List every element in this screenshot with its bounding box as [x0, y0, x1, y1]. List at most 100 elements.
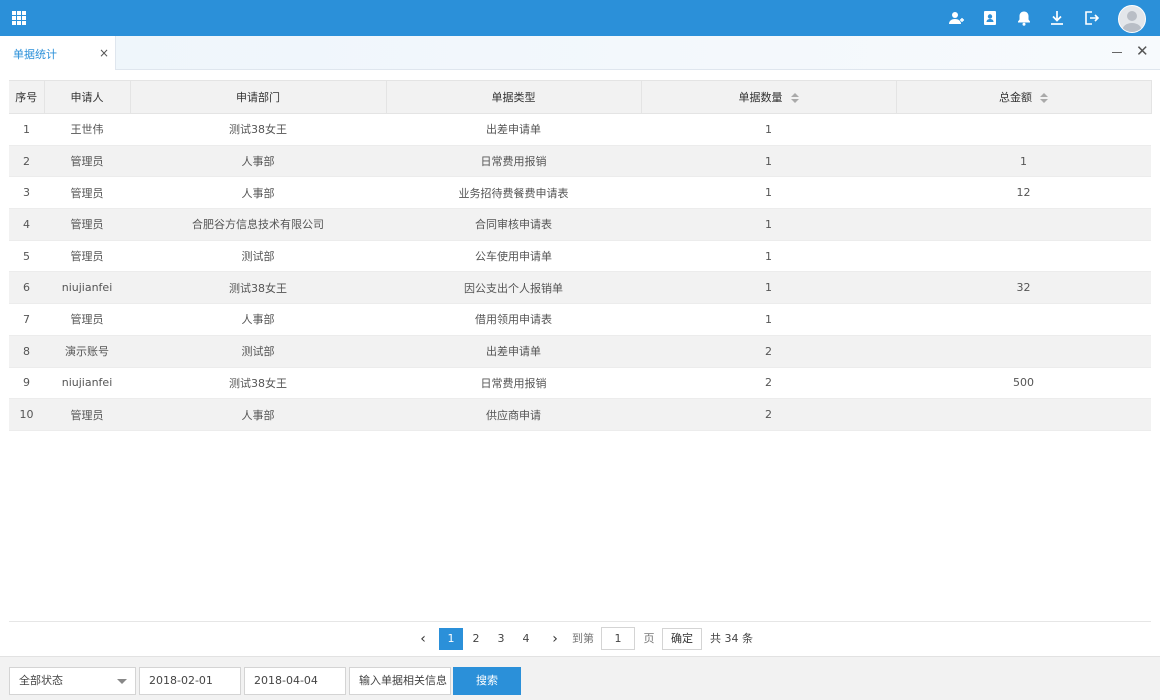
- cell-department: 合肥谷方信息技术有限公司: [130, 208, 386, 241]
- search-button[interactable]: 搜索: [453, 667, 521, 695]
- download-icon[interactable]: [1048, 9, 1066, 27]
- cell-applicant: 管理员: [44, 240, 130, 273]
- page-button-3[interactable]: 3: [489, 628, 513, 650]
- confirm-page-button[interactable]: 确定: [662, 628, 702, 650]
- cell-document-type: 出差申请单: [386, 113, 641, 146]
- cell-total-amount: [896, 240, 1151, 273]
- top-bar: [0, 0, 1160, 36]
- cell-department: 人事部: [130, 145, 386, 178]
- total-count: 共 34 条: [710, 632, 753, 645]
- cell-total-amount: [896, 113, 1151, 146]
- page-unit-label: 页: [643, 632, 655, 645]
- cell-total-amount: [896, 335, 1151, 368]
- cell-index: 8: [9, 335, 44, 368]
- cell-document-count: 1: [641, 240, 896, 273]
- cell-document-count: 2: [641, 335, 896, 368]
- cell-department: 人事部: [130, 398, 386, 431]
- cell-document-type: 出差申请单: [386, 335, 641, 368]
- cell-document-type: 日常费用报销: [386, 145, 641, 178]
- sort-icon[interactable]: [790, 93, 799, 103]
- tab-close-icon[interactable]: ×: [99, 46, 109, 60]
- cell-department: 测试38女王: [130, 113, 386, 146]
- sort-icon[interactable]: [1040, 93, 1048, 103]
- table-row[interactable]: 6 niujianfei 测试38女王 因公支出个人报销单 1 32: [9, 271, 1151, 305]
- bell-icon[interactable]: [1015, 9, 1033, 27]
- next-page-icon[interactable]: ›: [547, 628, 563, 650]
- header-document-count-label: 单据数量: [738, 91, 783, 104]
- cell-index: 5: [9, 240, 44, 273]
- status-select-value: 全部状态: [19, 674, 63, 687]
- cell-department: 测试38女王: [130, 271, 386, 305]
- cell-document-count: 1: [641, 176, 896, 210]
- close-window-icon[interactable]: ✕: [1136, 43, 1149, 59]
- table-row[interactable]: 10 管理员 人事部 供应商申请 2: [9, 398, 1151, 431]
- header-total-amount[interactable]: 总金额: [896, 80, 1152, 114]
- table-row[interactable]: 9 niujianfei 测试38女王 日常费用报销 2 500: [9, 367, 1151, 400]
- table-row[interactable]: 4 管理员 合肥谷方信息技术有限公司 合同审核申请表 1: [9, 208, 1151, 241]
- cell-document-type: 公车使用申请单: [386, 240, 641, 273]
- tab-label: 单据统计: [13, 48, 57, 61]
- apps-grid-icon[interactable]: [12, 11, 26, 25]
- cell-total-amount: [896, 398, 1151, 431]
- page-button-2[interactable]: 2: [464, 628, 488, 650]
- cell-total-amount: 500: [896, 367, 1151, 400]
- cell-document-type: 业务招待费餐费申请表: [386, 176, 641, 210]
- cell-index: 4: [9, 208, 44, 241]
- tab-document-statistics[interactable]: 单据统计 ×: [0, 36, 116, 70]
- user-add-icon[interactable]: [947, 9, 965, 27]
- cell-document-type: 合同审核申请表: [386, 208, 641, 241]
- header-document-count[interactable]: 单据数量: [641, 80, 897, 114]
- keyword-input[interactable]: 输入单据相关信息: [349, 667, 451, 695]
- contact-card-icon[interactable]: [981, 9, 999, 27]
- page-button-1[interactable]: 1: [439, 628, 463, 650]
- cell-department: 测试部: [130, 335, 386, 368]
- cell-document-type: 因公支出个人报销单: [386, 271, 641, 305]
- cell-applicant: 管理员: [44, 303, 130, 336]
- minimize-icon[interactable]: [1112, 44, 1124, 60]
- filter-bar: 全部状态 2018-02-01 2018-04-04 输入单据相关信息 搜索: [0, 656, 1160, 700]
- cell-document-count: 2: [641, 367, 896, 400]
- header-index: 序号: [9, 80, 45, 114]
- cell-index: 1: [9, 113, 44, 146]
- cell-document-count: 1: [641, 145, 896, 178]
- table-row[interactable]: 2 管理员 人事部 日常费用报销 1 1: [9, 145, 1151, 178]
- goto-page-input[interactable]: 1: [601, 627, 635, 650]
- table-row[interactable]: 3 管理员 人事部 业务招待费餐费申请表 1 12: [9, 176, 1151, 210]
- prev-page-icon[interactable]: ‹: [415, 628, 431, 650]
- cell-applicant: niujianfei: [44, 271, 130, 305]
- cell-total-amount: [896, 208, 1151, 241]
- status-select[interactable]: 全部状态: [9, 667, 136, 695]
- cell-document-type: 日常费用报销: [386, 367, 641, 400]
- cell-index: 3: [9, 176, 44, 210]
- cell-document-count: 1: [641, 271, 896, 305]
- table-row[interactable]: 7 管理员 人事部 借用领用申请表 1: [9, 303, 1151, 336]
- cell-document-count: 1: [641, 113, 896, 146]
- cell-applicant: 管理员: [44, 176, 130, 210]
- cell-department: 测试部: [130, 240, 386, 273]
- statistics-table: 序号 申请人 申请部门 单据类型 单据数量 总金额 1 王世伟 测试38女王 出…: [9, 80, 1152, 431]
- user-avatar[interactable]: [1118, 5, 1146, 33]
- cell-applicant: 管理员: [44, 208, 130, 241]
- cell-index: 10: [9, 398, 44, 431]
- header-total-amount-label: 总金额: [999, 91, 1032, 104]
- header-department: 申请部门: [130, 80, 387, 114]
- cell-applicant: 管理员: [44, 398, 130, 431]
- cell-index: 6: [9, 271, 44, 305]
- cell-applicant: 演示账号: [44, 335, 130, 368]
- cell-index: 2: [9, 145, 44, 178]
- logout-icon[interactable]: [1082, 9, 1100, 27]
- page-button-4[interactable]: 4: [514, 628, 538, 650]
- cell-applicant: niujianfei: [44, 367, 130, 400]
- table-row[interactable]: 1 王世伟 测试38女王 出差申请单 1: [9, 113, 1151, 146]
- goto-label: 到第: [572, 632, 594, 645]
- cell-document-type: 供应商申请: [386, 398, 641, 431]
- table-row[interactable]: 8 演示账号 测试部 出差申请单 2: [9, 335, 1151, 368]
- start-date-input[interactable]: 2018-02-01: [139, 667, 241, 695]
- chevron-down-icon: [117, 679, 127, 684]
- table-row[interactable]: 5 管理员 测试部 公车使用申请单 1: [9, 240, 1151, 273]
- cell-document-count: 2: [641, 398, 896, 431]
- end-date-input[interactable]: 2018-04-04: [244, 667, 346, 695]
- cell-department: 测试38女王: [130, 367, 386, 400]
- cell-total-amount: 1: [896, 145, 1151, 178]
- cell-department: 人事部: [130, 176, 386, 210]
